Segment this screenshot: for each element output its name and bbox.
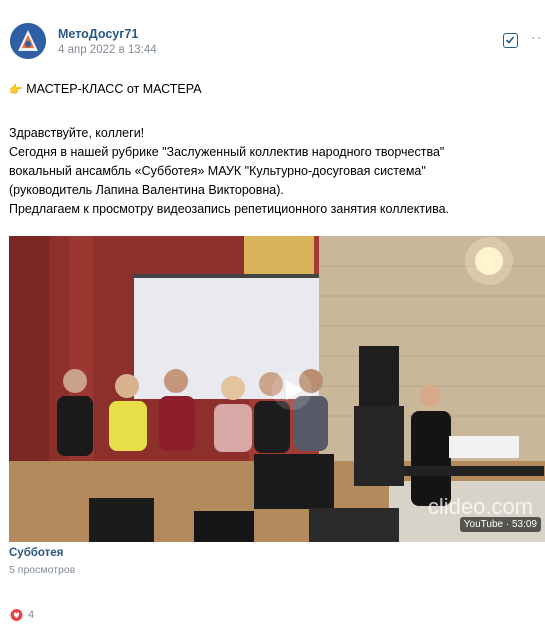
post-date[interactable]: 4 апр 2022 в 13:44	[58, 44, 157, 56]
video-title[interactable]: Субботея	[9, 547, 63, 559]
more-horizontal-icon[interactable]: ··	[531, 29, 542, 45]
play-icon	[286, 380, 303, 400]
post-text-line: Здравствуйте, коллеги!	[9, 126, 145, 140]
post-text-line: Предлагаем к просмотру видеозапись репет…	[9, 202, 450, 216]
post-text-line: вокальный ансамбль «Субботея» МАУК "Куль…	[9, 164, 426, 178]
post-author[interactable]: МетоДосуг71	[58, 27, 138, 41]
heart-icon	[10, 609, 23, 621]
play-button[interactable]	[272, 370, 312, 410]
pointing-hand-icon: 👉	[9, 84, 23, 96]
check-square-icon[interactable]	[503, 33, 518, 48]
post-heading: 👉 МАСТЕР-КЛАСС от МАСТЕРА	[9, 80, 202, 100]
post-heading-text: МАСТЕР-КЛАСС от МАСТЕРА	[26, 82, 202, 96]
post-text-line: (руководитель Лапина Валентина Викторовн…	[9, 183, 284, 197]
like-count: 4	[28, 609, 35, 621]
like-button[interactable]: 4	[10, 609, 34, 621]
video-duration: YouTube · 53:09	[459, 517, 541, 532]
avatar-logo	[10, 23, 46, 59]
video-thumbnail[interactable]: clideo.com YouTube · 53:09	[9, 236, 545, 542]
post-text-line: Сегодня в нашей рубрике "Заслуженный кол…	[9, 145, 445, 159]
post-avatar[interactable]	[10, 23, 46, 59]
video-views: 5 просмотров	[9, 564, 76, 576]
